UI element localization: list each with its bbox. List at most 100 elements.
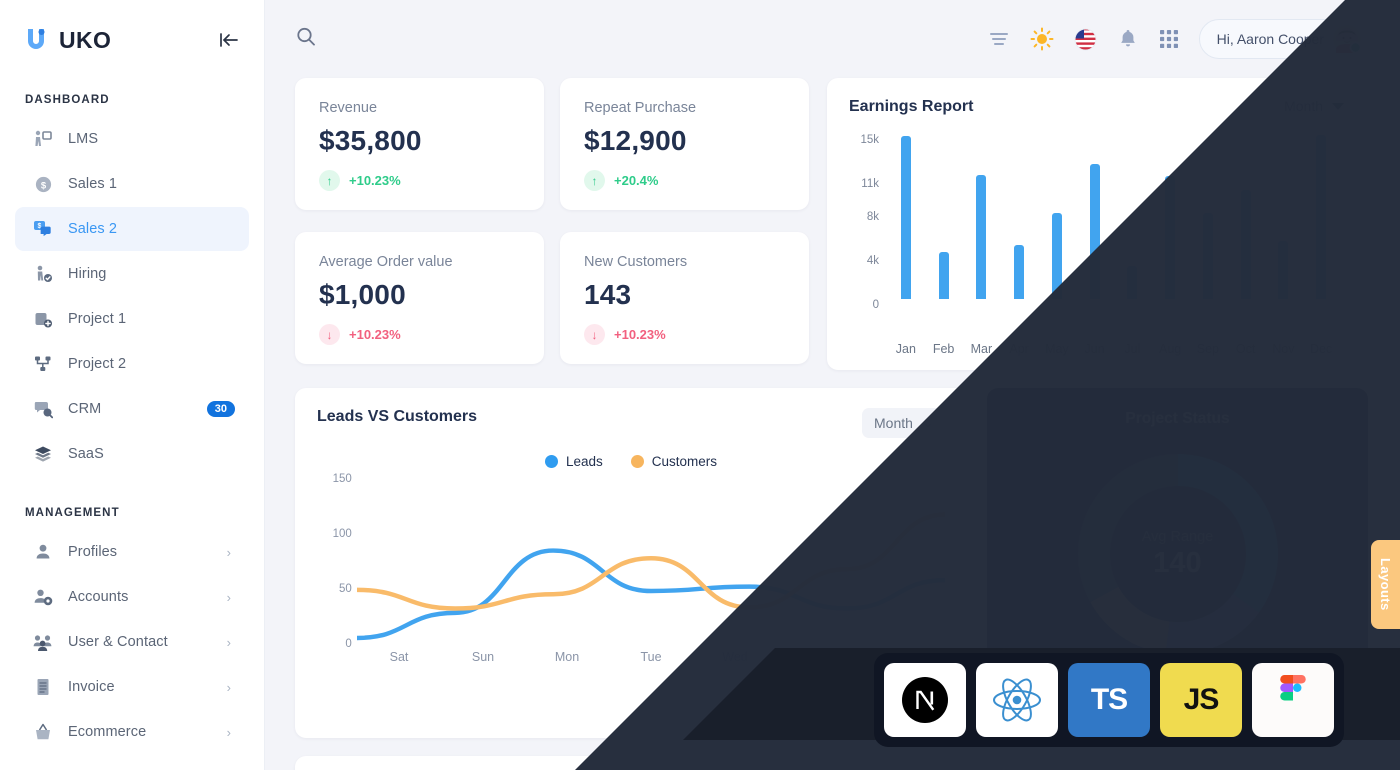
bar-column[interactable] [1227, 134, 1265, 299]
typescript-label: TS [1090, 683, 1128, 716]
stat-card-new-customers[interactable]: New Customers 143 ↓ +10.23% [560, 232, 809, 364]
react-logo[interactable] [976, 663, 1058, 737]
greeting-text: Hi, Aaron Cooper [1216, 31, 1324, 47]
sidebar-item-crm[interactable]: CRM 30 [15, 387, 249, 431]
earnings-bars [883, 134, 1344, 299]
sidebar-item-user-contact[interactable]: User & Contact › [15, 620, 249, 664]
users-icon [32, 631, 54, 653]
search-icon[interactable] [295, 26, 317, 53]
sidebar-item-sales-2[interactable]: $ Sales 2 [15, 207, 249, 251]
leads-period-select[interactable]: Month ⌄ [862, 408, 945, 438]
chevron-right-icon: › [226, 544, 231, 560]
bar-column[interactable] [887, 134, 925, 299]
stat-delta-text: +20.4% [614, 173, 659, 188]
bottom-partial-card [295, 756, 1368, 770]
basket-icon [32, 721, 54, 743]
bar[interactable] [1051, 213, 1062, 299]
sales-chat-icon: $ [32, 218, 54, 240]
bar[interactable] [900, 136, 911, 299]
nextjs-logo[interactable] [884, 663, 966, 737]
bar[interactable] [1240, 190, 1251, 299]
bar[interactable] [1316, 135, 1327, 299]
bar[interactable] [1278, 240, 1289, 299]
stat-card-repeat-purchase[interactable]: Repeat Purchase $12,900 ↑ +20.4% [560, 78, 809, 210]
sidebar-item-accounts[interactable]: Accounts › [15, 575, 249, 619]
legend-dot-customers [630, 455, 644, 468]
sidebar-item-label: Profiles [68, 544, 118, 560]
row-stats-and-earnings: Revenue $35,800 ↑ +10.23% Repeat Purchas… [295, 78, 1368, 370]
bar[interactable] [1127, 266, 1138, 299]
earnings-period-select[interactable]: Month [1284, 98, 1344, 114]
x-tick-label: Sep [1196, 342, 1219, 356]
bar[interactable] [976, 174, 987, 299]
tech-logo-strip: TS JS [874, 653, 1344, 747]
stat-card-revenue[interactable]: Revenue $35,800 ↑ +10.23% [295, 78, 544, 210]
earnings-report-card: Earnings Report Month 0 4k 8k 11k 15k Jan Feb… [827, 78, 1368, 370]
donut-center-value: 140 [1153, 546, 1202, 579]
sun-light-mode-icon[interactable] [1030, 27, 1054, 51]
y-tick-label: 0 [345, 638, 352, 650]
earnings-title: Earnings Report [849, 98, 974, 115]
bar-column[interactable] [1151, 134, 1189, 299]
arrow-down-icon: ↓ [319, 324, 340, 345]
sidebar-item-saas[interactable]: SaaS [15, 432, 249, 476]
x-tick-label: Thu [808, 650, 830, 664]
collapse-sidebar-icon[interactable] [216, 27, 242, 53]
brand[interactable]: UKO [24, 26, 111, 54]
bar-column[interactable] [1114, 134, 1152, 299]
x-tick-label: Nov [1272, 342, 1295, 356]
sidebar-section-dashboard: DASHBOARD [25, 94, 110, 106]
bar-column[interactable] [1302, 134, 1340, 299]
apps-grid-icon[interactable] [1159, 29, 1179, 49]
chevron-right-icon: › [226, 634, 231, 650]
stat-delta: ↓ +10.23% [584, 324, 785, 345]
filter-sliders-icon[interactable] [988, 29, 1010, 49]
bar[interactable] [938, 251, 949, 299]
stat-card-average-order-value[interactable]: Average Order value $1,000 ↓ +10.23% [295, 232, 544, 364]
bar[interactable] [1202, 213, 1213, 299]
y-tick-label: 150 [332, 473, 352, 485]
x-tick-label: May [1045, 342, 1069, 356]
javascript-logo[interactable]: JS [1160, 663, 1242, 737]
legend-item-leads[interactable]: Leads [544, 454, 603, 469]
bar-column[interactable] [1265, 134, 1303, 299]
sidebar-item-sales-1[interactable]: $ Sales 1 [15, 162, 249, 206]
bar-column[interactable] [925, 134, 963, 299]
legend-dot-leads [544, 455, 558, 468]
arrow-up-icon: ↑ [584, 170, 605, 191]
layouts-tab[interactable]: Layouts [1371, 540, 1400, 629]
us-flag-icon[interactable] [1074, 28, 1097, 51]
bell-notification-icon[interactable] [1117, 28, 1139, 50]
legend-item-customers[interactable]: Customers [630, 454, 717, 469]
bar-column[interactable] [1038, 134, 1076, 299]
bar[interactable] [1089, 163, 1100, 299]
bar-column[interactable] [1189, 134, 1227, 299]
x-tick-label: Jan [895, 342, 916, 356]
bar[interactable] [1014, 245, 1025, 299]
sidebar-item-project-2[interactable]: Project 2 [15, 342, 249, 386]
sidebar-item-ecommerce[interactable]: Ecommerce › [15, 710, 249, 754]
bar-column[interactable] [1000, 134, 1038, 299]
stat-title: Average Order value [319, 254, 453, 270]
sidebar-item-lms[interactable]: LMS [15, 117, 249, 161]
user-profile-chip[interactable]: Hi, Aaron Cooper [1198, 19, 1368, 59]
figma-logo[interactable] [1252, 663, 1334, 737]
legend-label: Leads [565, 454, 603, 469]
stat-title: Repeat Purchase [584, 100, 697, 116]
typescript-logo[interactable]: TS [1068, 663, 1150, 737]
sidebar-item-profiles[interactable]: Profiles › [15, 530, 249, 574]
bar-column[interactable] [1076, 134, 1114, 299]
line-series-customers [356, 512, 945, 611]
arrow-down-icon: ↓ [584, 324, 605, 345]
x-tick-label: Mon [554, 650, 580, 664]
bar-column[interactable] [963, 134, 1001, 299]
bar[interactable] [1165, 175, 1176, 299]
project-status-title: Project Status [1125, 410, 1230, 427]
line-series-leads [356, 548, 945, 641]
sidebar-item-hiring[interactable]: Hiring [15, 252, 249, 296]
sidebar-item-project-1[interactable]: Project 1 [15, 297, 249, 341]
sidebar-item-invoice[interactable]: Invoice › [15, 665, 249, 709]
stat-delta: ↑ +20.4% [584, 170, 785, 191]
earnings-period-value: Month [1284, 98, 1323, 114]
leads-legend: Leads Customers [317, 454, 945, 469]
